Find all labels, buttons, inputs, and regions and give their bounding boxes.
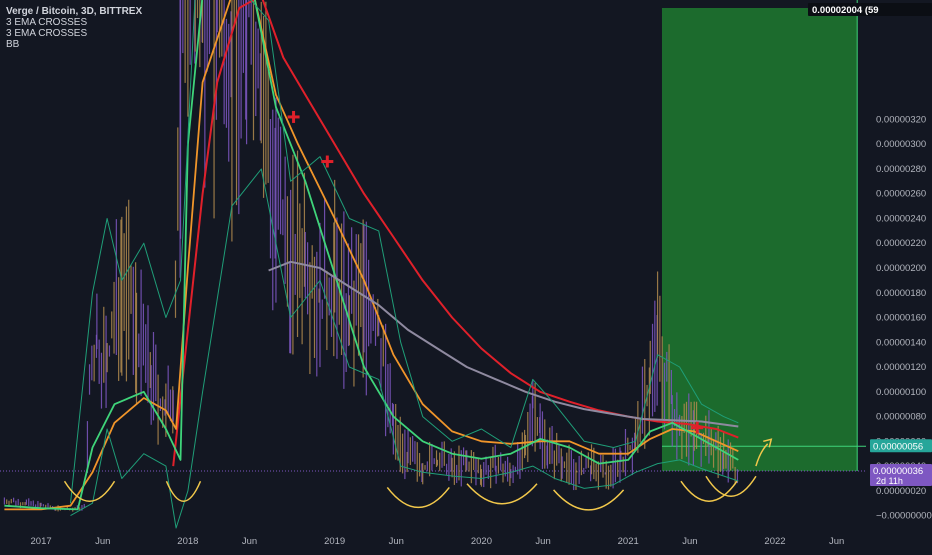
y-tick-label: −0.00000000 [876, 511, 932, 522]
x-tick-label: Jun [829, 536, 844, 547]
y-tick-label: 0.00000120 [876, 362, 926, 373]
price-chart[interactable]: 0.00000320 0.00000300 0.00000280 0.00000260… [0, 0, 932, 550]
price-label-value: 0.00000056 [873, 441, 923, 452]
y-tick-label: 0.00000020 [876, 486, 926, 497]
ema-cross-marker [321, 155, 334, 168]
legend-indicator-ema-2[interactable]: 3 EMA CROSSES [6, 28, 142, 39]
y-tick-label: 0.00000320 [876, 114, 926, 125]
x-tick-label: 2018 [177, 536, 198, 547]
x-tick-label: 2017 [31, 536, 52, 547]
chart-area[interactable]: 0.00000320 0.00000300 0.00000280 0.00000260… [0, 0, 932, 550]
legend-title[interactable]: Verge / Bitcoin, 3D, BITTREX [6, 6, 142, 17]
legend-indicator-ema-1[interactable]: 3 EMA CROSSES [6, 17, 142, 28]
y-tick-label: 0.00000100 [876, 387, 926, 398]
x-tick-label: Jun [95, 536, 110, 547]
x-tick-label: Jun [682, 536, 697, 547]
y-tick-label: 0.00000260 [876, 189, 926, 200]
y-tick-label: 0.00000300 [876, 139, 926, 150]
y-tick-label: 0.00000200 [876, 263, 926, 274]
x-axis: 2017 Jun 2018 Jun 2019 Jun 2020 Jun 2021 Jun 2022 J… [0, 530, 932, 550]
x-tick-label: 2022 [764, 536, 785, 547]
price-label-value: 0.00002004 (59 [812, 5, 879, 16]
ema-cross-marker [287, 110, 300, 123]
series-line-ema-orange [4, 0, 739, 511]
price-label-purple: 0.000000362d 11h [870, 464, 932, 487]
legend-indicator-bb[interactable]: BB [6, 39, 142, 50]
chart-legend: Verge / Bitcoin, 3D, BITTREX 3 EMA CROSS… [6, 6, 142, 50]
price-label-dark: 0.00002004 (59 [808, 3, 932, 16]
x-tick-label: 2021 [618, 536, 639, 547]
x-axis-bg [0, 530, 932, 550]
x-tick-label: Jun [535, 536, 550, 547]
cup-curve [705, 475, 757, 497]
x-tick-label: Jun [242, 536, 257, 547]
cup-curve [553, 489, 625, 511]
y-tick-label: 0.00000160 [876, 313, 926, 324]
y-tick-label: 0.00000220 [876, 238, 926, 249]
y-tick-label: 0.00000240 [876, 213, 926, 224]
cup-curve [386, 486, 450, 509]
x-tick-label: Jun [389, 536, 404, 547]
y-tick-label: 0.00000280 [876, 164, 926, 175]
cup-curve [680, 480, 738, 502]
price-candles [3, 0, 739, 512]
series-line-ema-green [4, 0, 739, 511]
price-label-countdown: 2d 11h [876, 476, 903, 486]
y-tick-label: 0.00000180 [876, 288, 926, 299]
x-tick-label: 2020 [471, 536, 492, 547]
long-position-zone [661, 8, 858, 472]
cup-curve [466, 483, 538, 505]
y-tick-label: 0.00000140 [876, 337, 926, 348]
x-tick-label: 2019 [324, 536, 345, 547]
price-label-green: 0.00000056 [870, 439, 932, 453]
y-tick-label: 0.00000080 [876, 412, 926, 423]
